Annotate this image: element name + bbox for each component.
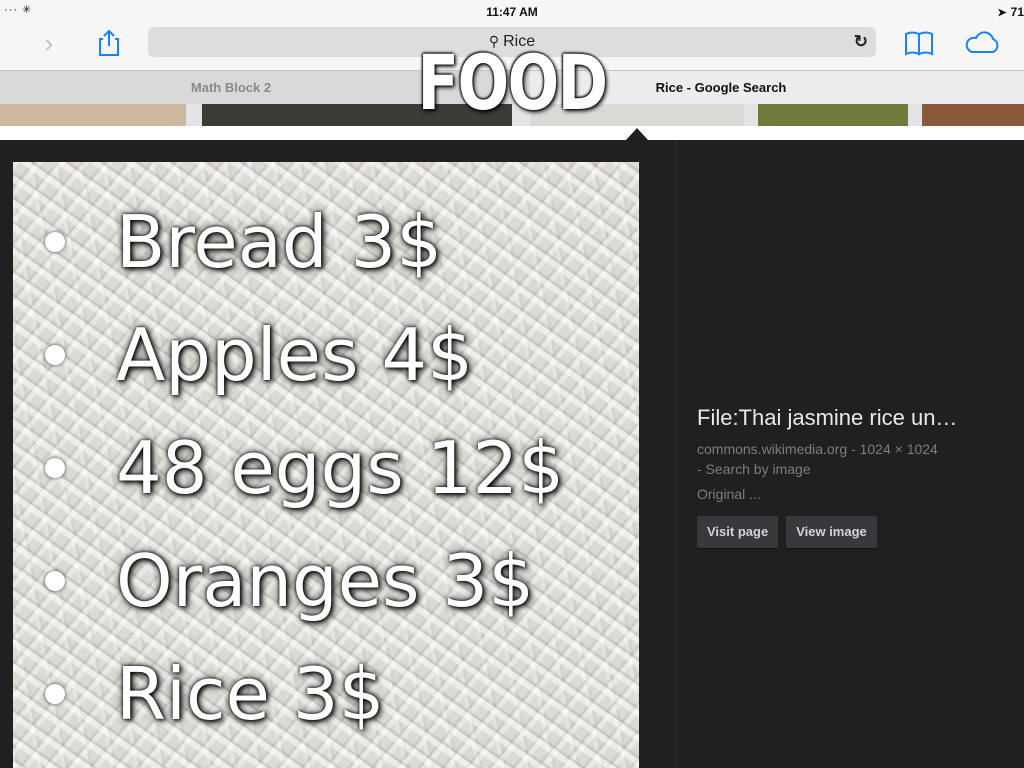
- battery-percent: 71: [1010, 5, 1024, 19]
- bullet: [45, 458, 65, 478]
- list-item-label: Rice 3$: [116, 652, 385, 736]
- rice-image[interactable]: Bread 3$ Apples 4$ 48 eggs 12$ Oranges 3…: [13, 162, 639, 768]
- cloud-icon: [965, 31, 999, 53]
- image-actions: Visit page View image: [697, 516, 1017, 548]
- list-item-label: Oranges 3$: [116, 539, 535, 623]
- selection-caret: [626, 128, 648, 140]
- image-source: commons.wikimedia.org - 1024 × 1024 - Se…: [697, 439, 1017, 479]
- image-source-domain: commons.wikimedia.org - 1024 × 1024: [697, 441, 938, 457]
- pane-divider: [675, 140, 676, 768]
- bullet: [45, 345, 65, 365]
- visit-page-button[interactable]: Visit page: [697, 516, 779, 548]
- bullet: [45, 684, 65, 704]
- view-image-button[interactable]: View image: [786, 516, 877, 548]
- location-icon: ➤: [997, 7, 1007, 19]
- results-separator: [0, 126, 1024, 140]
- list-item-label: Apples 4$: [116, 313, 473, 397]
- slide-title: FOOD: [417, 38, 609, 127]
- original-link[interactable]: Original ...: [697, 486, 1017, 502]
- icloud-tabs-button[interactable]: [962, 28, 1002, 58]
- chevron-right-icon: ›: [44, 27, 54, 58]
- status-bar: ··· ✳ 11:47 AM ➤ 71: [0, 0, 1024, 22]
- search-by-image-link[interactable]: - Search by image: [697, 459, 1017, 479]
- forward-button[interactable]: ›: [34, 28, 64, 58]
- status-time: 11:47 AM: [486, 5, 538, 19]
- image-title[interactable]: File:Thai jasmine rice un…: [697, 405, 1017, 431]
- list-item-label: 48 eggs 12$: [116, 426, 565, 510]
- image-thumbnail[interactable]: [922, 104, 1024, 126]
- image-info-panel: File:Thai jasmine rice un… commons.wikim…: [697, 405, 1017, 548]
- bullet: [45, 571, 65, 591]
- food-price-list: Bread 3$ Apples 4$ 48 eggs 12$ Oranges 3…: [13, 162, 639, 768]
- bullet: [45, 232, 65, 252]
- battery-indicator: ➤ 71: [997, 5, 1024, 19]
- list-item-label: Bread 3$: [116, 200, 443, 284]
